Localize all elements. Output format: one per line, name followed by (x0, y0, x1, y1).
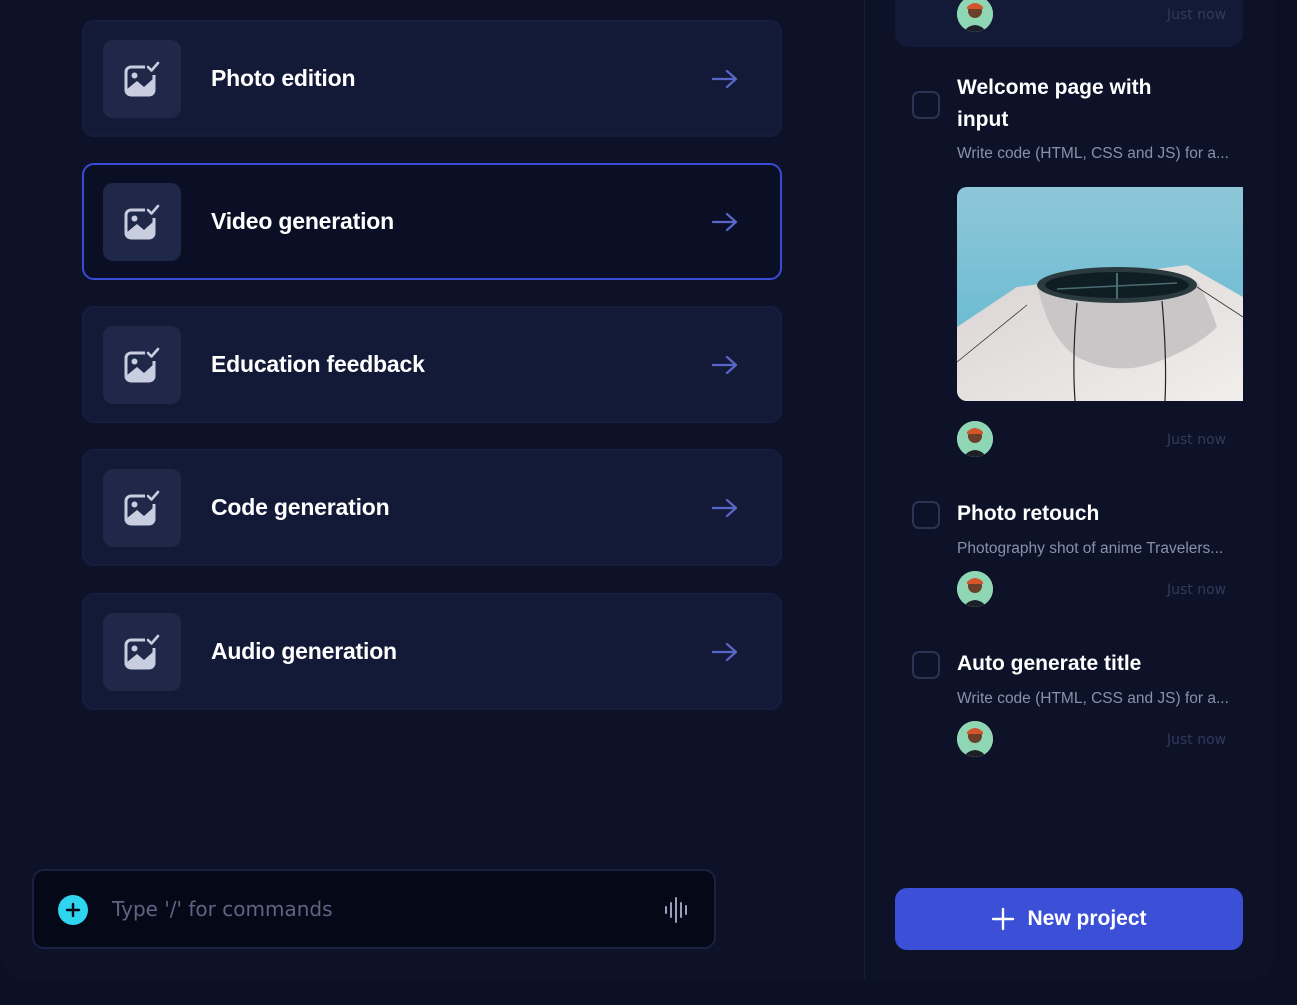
tool-card-audio-generation[interactable]: Audio generation (82, 593, 782, 710)
tool-label: Code generation (211, 494, 390, 520)
new-project-button[interactable]: New project (895, 888, 1243, 950)
project-description: Photography shot of anime Travelers... (957, 540, 1224, 557)
tool-label: Education feedback (211, 351, 425, 377)
tool-label: Audio generation (211, 638, 397, 664)
waveform-icon[interactable] (662, 895, 692, 925)
tool-label: Video generation (211, 208, 394, 234)
command-bar (32, 869, 716, 949)
avatar (957, 721, 993, 757)
column-divider (864, 0, 865, 980)
timestamp: Just now (1167, 732, 1227, 748)
new-project-label: New project (1027, 907, 1147, 930)
tool-card-education-feedback[interactable]: Education feedback (82, 306, 782, 423)
arrow-right-icon (712, 595, 738, 708)
tool-card-photo-edition[interactable]: Photo edition (82, 20, 782, 137)
tool-card-code-generation[interactable]: Code generation (82, 449, 782, 566)
timestamp: Just now (1167, 7, 1227, 23)
arrow-right-icon (712, 451, 738, 564)
tool-card-video-generation[interactable]: Video generation (82, 163, 782, 280)
avatar (957, 421, 993, 457)
plus-icon (991, 907, 1015, 931)
arrow-right-icon (712, 165, 738, 278)
plus-circle-icon[interactable] (58, 895, 88, 925)
command-input[interactable] (112, 889, 612, 929)
arrow-right-icon (712, 22, 738, 135)
image-edit-icon (103, 613, 181, 691)
timestamp: Just now (1167, 432, 1227, 448)
arrow-right-icon (712, 308, 738, 421)
image-edit-icon (103, 326, 181, 404)
project-title[interactable]: Auto generate title (957, 648, 1141, 680)
project-checkbox[interactable] (912, 91, 940, 119)
tool-label: Photo edition (211, 65, 356, 91)
project-title[interactable]: Welcome page with input (957, 72, 1197, 136)
image-edit-icon (103, 40, 181, 118)
image-edit-icon (103, 183, 181, 261)
project-checkbox[interactable] (912, 651, 940, 679)
project-checkbox[interactable] (912, 501, 940, 529)
project-thumbnail[interactable] (957, 187, 1243, 401)
avatar (957, 571, 993, 607)
project-title[interactable]: Photo retouch (957, 498, 1099, 530)
project-description: Write code (HTML, CSS and JS) for a... (957, 145, 1229, 162)
image-edit-icon (103, 469, 181, 547)
timestamp: Just now (1167, 582, 1227, 598)
project-description: Write code (HTML, CSS and JS) for a... (957, 690, 1229, 707)
